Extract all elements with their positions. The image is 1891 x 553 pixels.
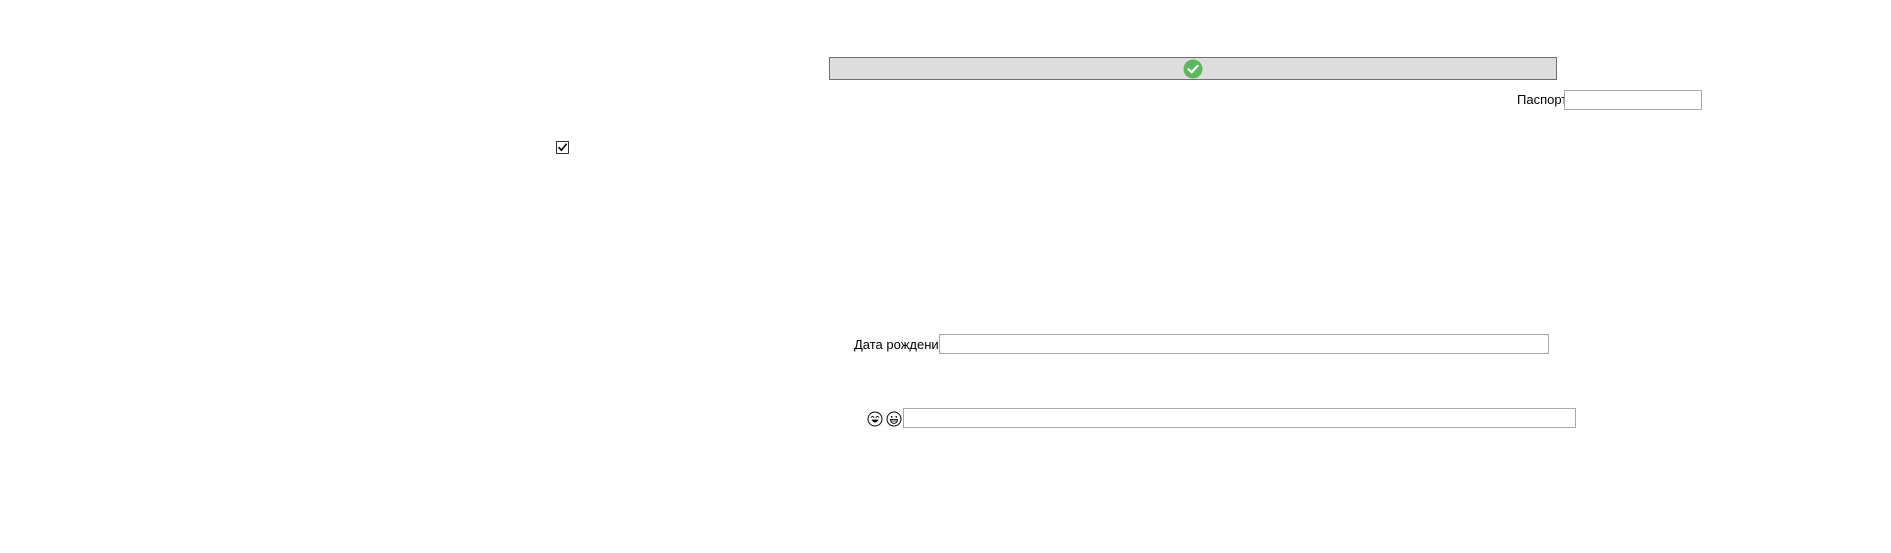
checkbox[interactable] [556,141,569,154]
birth-date-label: Дата рождения [854,337,946,352]
laughing-face-icon [867,411,883,427]
checkmark-icon [558,143,567,151]
comment-input[interactable] [903,408,1576,428]
passport-input[interactable] [1564,90,1702,110]
confirm-button[interactable] [829,57,1557,80]
check-circle-icon [1183,59,1203,79]
birth-date-input[interactable] [939,334,1549,354]
grinning-face-icon [886,411,902,427]
passport-label: Паспорт [1517,92,1568,107]
